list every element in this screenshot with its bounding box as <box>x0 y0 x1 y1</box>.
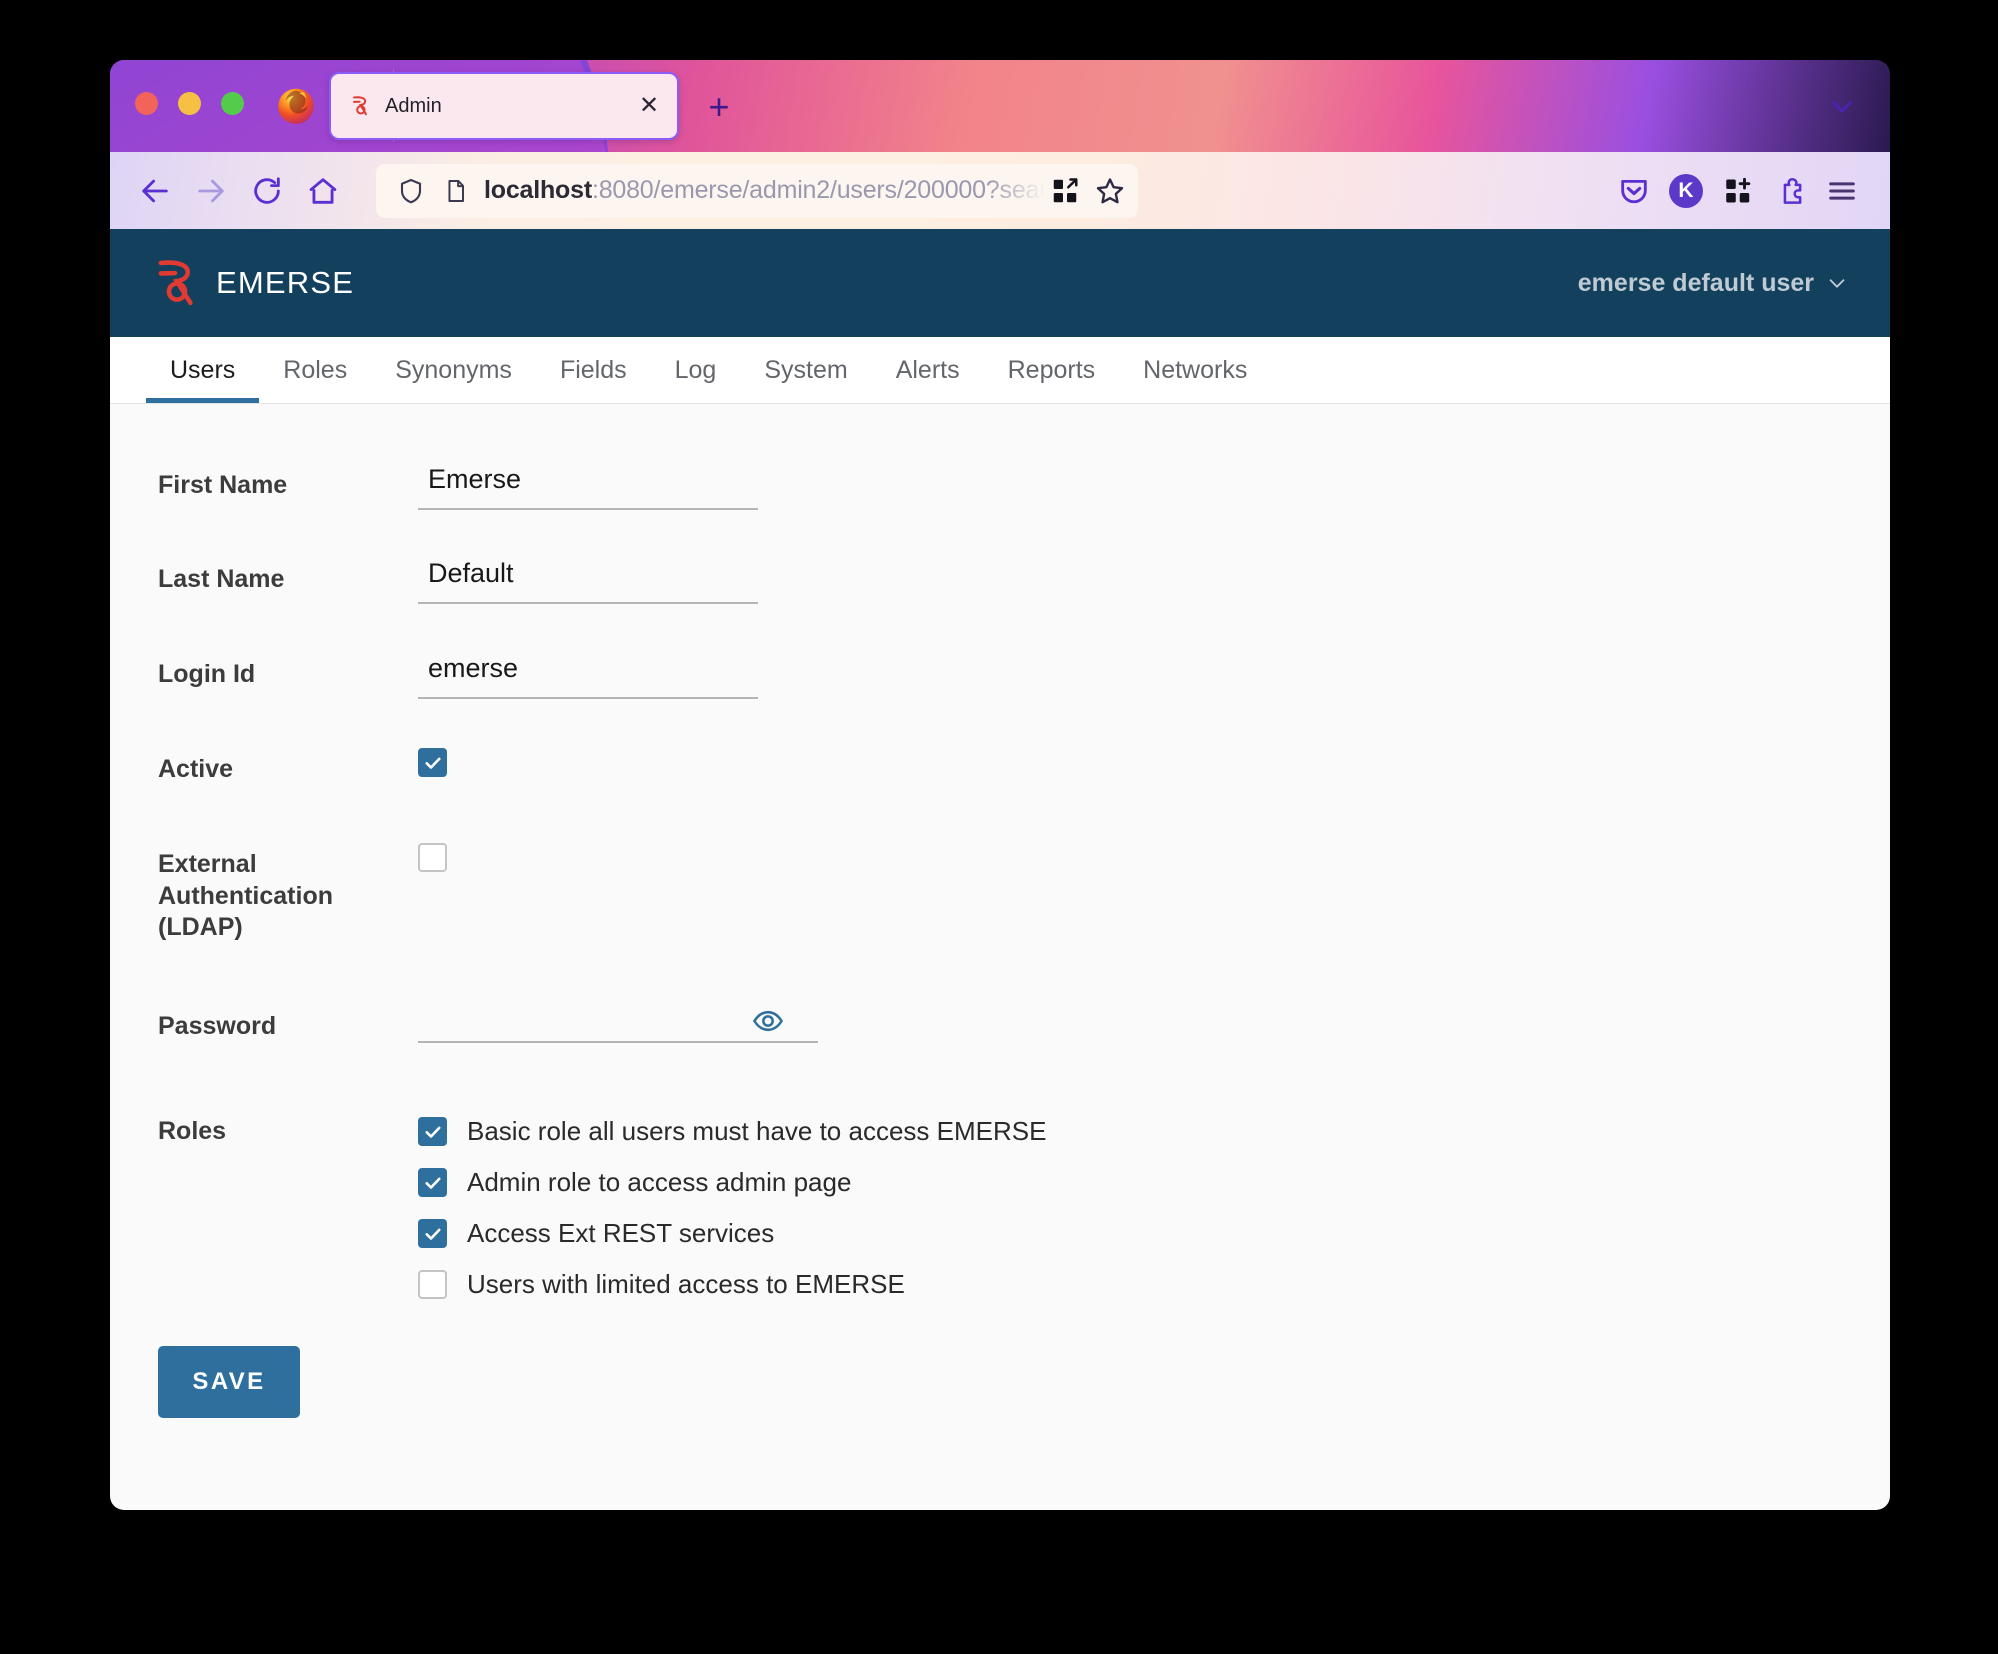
first-name-row: First Name Emerse <box>110 464 1890 558</box>
tab-log[interactable]: Log <box>651 337 741 403</box>
tab-users-label: Users <box>170 355 236 384</box>
tab-alerts-label: Alerts <box>895 355 960 384</box>
eye-icon[interactable] <box>752 1005 784 1042</box>
tab-log-label: Log <box>674 355 717 384</box>
login-id-row: Login Id emerse <box>110 653 1890 748</box>
roles-label: Roles <box>158 1117 227 1145</box>
external-auth-label: External Authentication (LDAP) <box>158 850 333 941</box>
password-label: Password <box>158 1012 277 1040</box>
last-name-label: Last Name <box>158 565 285 593</box>
password-row: Password <box>110 1005 1890 1110</box>
browser-toolbar-actions: K <box>1608 168 1868 214</box>
role-admin-label: Admin role to access admin page <box>467 1167 852 1197</box>
home-icon[interactable] <box>300 168 346 214</box>
tab-networks-label: Networks <box>1143 355 1248 384</box>
chevron-down-icon <box>1826 272 1848 294</box>
role-limited-checkbox[interactable] <box>418 1270 447 1299</box>
tab-synonyms[interactable]: Synonyms <box>371 337 536 403</box>
active-label: Active <box>158 755 234 783</box>
role-basic-label: Basic role all users must have to access… <box>467 1116 1047 1146</box>
browser-window: Admin ✕ + localhost:8080/emerse/admin2/u… <box>110 60 1890 1510</box>
tab-synonyms-label: Synonyms <box>395 355 512 384</box>
user-menu-label: emerse default user <box>1577 268 1814 297</box>
save-button[interactable]: SAVE <box>158 1346 300 1418</box>
roles-row: Roles Basic role all users must have to … <box>110 1110 1890 1300</box>
tab-fields-label: Fields <box>559 355 627 384</box>
tab-networks[interactable]: Networks <box>1119 337 1271 403</box>
user-menu-button[interactable]: emerse default user <box>1578 269 1848 298</box>
first-name-label: First Name <box>158 471 288 499</box>
star-icon[interactable] <box>1094 175 1126 207</box>
reload-icon[interactable] <box>244 168 290 214</box>
tab-roles[interactable]: Roles <box>259 337 371 403</box>
tab-system-label: System <box>764 355 848 384</box>
login-id-input[interactable]: emerse <box>418 653 758 699</box>
browser-tab-admin[interactable]: Admin ✕ <box>329 72 679 140</box>
role-item[interactable]: Admin role to access admin page <box>418 1167 1418 1198</box>
active-row: Active <box>110 748 1890 843</box>
extensions-grid-icon[interactable] <box>1712 168 1764 214</box>
emerse-logo-icon <box>349 94 371 118</box>
web-page-content: EMERSE emerse default user Users Roles S… <box>110 229 1890 1510</box>
new-tab-button[interactable]: + <box>700 88 738 126</box>
role-rest-label: Access Ext REST services <box>467 1218 775 1248</box>
role-item[interactable]: Users with limited access to EMERSE <box>418 1269 1418 1300</box>
tab-roles-label: Roles <box>283 355 348 384</box>
external-auth-checkbox[interactable] <box>418 843 447 872</box>
active-checkbox[interactable] <box>418 748 447 777</box>
role-item[interactable]: Access Ext REST services <box>418 1218 1418 1249</box>
emerse-logo-icon <box>154 257 198 309</box>
role-basic-checkbox[interactable] <box>418 1117 447 1146</box>
password-input[interactable] <box>418 1005 818 1043</box>
tab-system[interactable]: System <box>740 337 871 403</box>
app-header: EMERSE emerse default user <box>110 229 1890 337</box>
split-view-icon[interactable] <box>1050 176 1080 206</box>
shield-icon[interactable] <box>396 176 426 206</box>
hamburger-menu-icon[interactable] <box>1816 168 1868 214</box>
role-admin-checkbox[interactable] <box>418 1168 447 1197</box>
back-arrow-icon[interactable] <box>132 168 178 214</box>
firefox-logo-icon <box>275 84 317 126</box>
close-tab-button[interactable]: ✕ <box>635 92 663 120</box>
tab-users[interactable]: Users <box>146 337 260 403</box>
window-controls <box>135 92 244 115</box>
tab-reports[interactable]: Reports <box>984 337 1120 403</box>
browser-tab-title: Admin <box>385 94 442 117</box>
brand[interactable]: EMERSE <box>154 257 354 309</box>
external-auth-row: External Authentication (LDAP) <box>110 843 1890 1005</box>
puzzle-piece-icon[interactable] <box>1764 168 1816 214</box>
last-name-row: Last Name Default <box>110 558 1890 653</box>
first-name-input[interactable]: Emerse <box>418 464 758 510</box>
login-id-label: Login Id <box>158 660 256 688</box>
page-info-icon[interactable] <box>442 177 470 205</box>
browser-navigation-toolbar: localhost:8080/emerse/admin2/users/20000… <box>110 152 1890 229</box>
browser-tab-strip: Admin ✕ + <box>110 60 1890 152</box>
kagi-icon[interactable]: K <box>1660 168 1712 214</box>
pocket-icon[interactable] <box>1608 168 1660 214</box>
role-limited-label: Users with limited access to EMERSE <box>467 1269 905 1299</box>
user-edit-form: First Name Emerse Last Name Default Logi… <box>110 404 1890 1418</box>
tab-alerts[interactable]: Alerts <box>872 337 984 403</box>
minimize-window-button[interactable] <box>178 92 201 115</box>
address-bar-url[interactable]: localhost:8080/emerse/admin2/users/20000… <box>484 176 1050 205</box>
list-all-tabs-chevron-down-icon[interactable] <box>1822 90 1862 124</box>
maximize-window-button[interactable] <box>221 92 244 115</box>
address-bar[interactable]: localhost:8080/emerse/admin2/users/20000… <box>376 163 1138 218</box>
tab-fields[interactable]: Fields <box>536 337 651 403</box>
tab-reports-label: Reports <box>1007 355 1096 384</box>
close-window-button[interactable] <box>135 92 158 115</box>
role-item[interactable]: Basic role all users must have to access… <box>418 1116 1418 1147</box>
brand-name: EMERSE <box>216 265 355 300</box>
last-name-input[interactable]: Default <box>418 558 758 604</box>
roles-checkbox-list: Basic role all users must have to access… <box>418 1110 1418 1300</box>
forward-arrow-icon[interactable] <box>188 168 234 214</box>
role-rest-checkbox[interactable] <box>418 1219 447 1248</box>
admin-tab-nav: Users Roles Synonyms Fields Log System A… <box>110 337 1890 404</box>
